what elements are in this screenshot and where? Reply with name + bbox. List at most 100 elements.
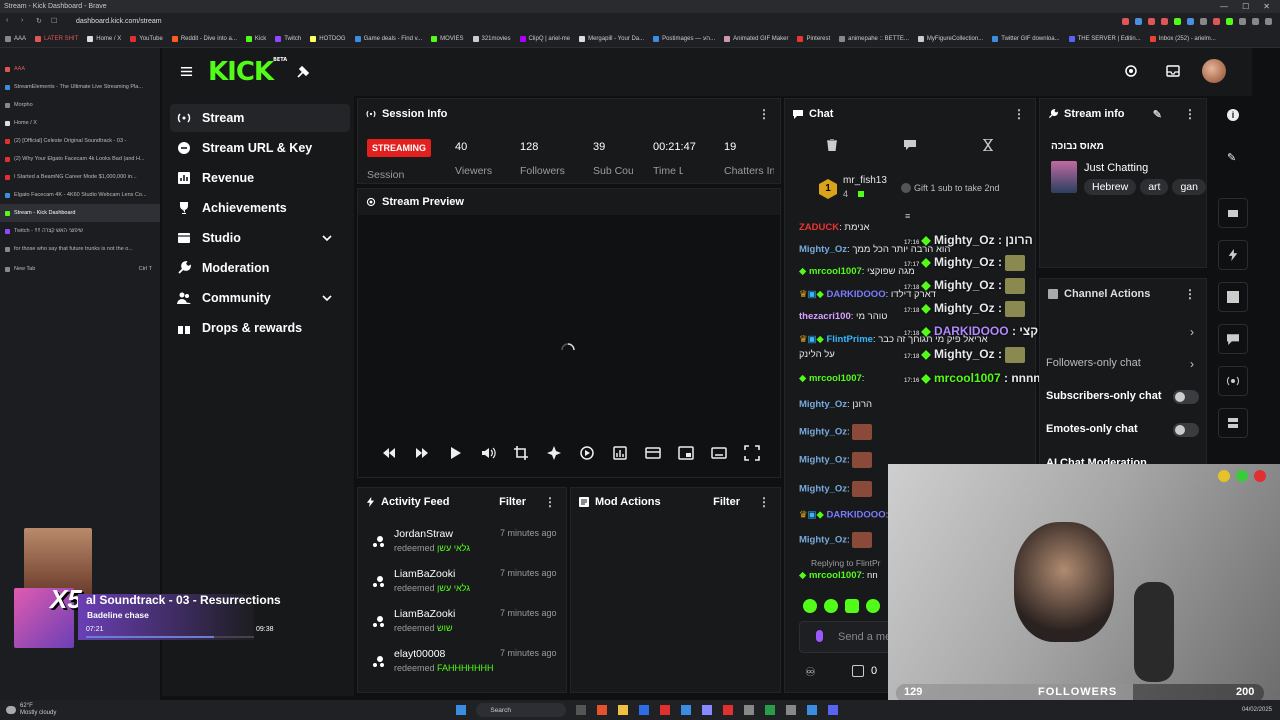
start-icon[interactable] [456, 705, 467, 715]
sidebar-item-drops-rewards[interactable]: Drops & rewards [170, 314, 350, 342]
emote-icon[interactable] [866, 599, 880, 613]
bookmark-item[interactable]: YouTube [130, 35, 163, 42]
volume-icon[interactable] [480, 445, 496, 461]
category-name[interactable]: Just Chatting [1084, 162, 1148, 174]
live-status-icon[interactable] [1124, 64, 1138, 78]
microphone-icon[interactable] [816, 630, 823, 642]
channel-points-icon[interactable]: ♾ [805, 665, 816, 679]
chat-username[interactable]: Mighty_Oz [799, 427, 847, 438]
top-gifter-name[interactable]: mr_fish13 [843, 175, 887, 186]
bookmark-item[interactable]: Postimages — הע... [653, 35, 715, 42]
chat-username[interactable]: Mighty_Oz [799, 484, 847, 495]
rail-log-button[interactable] [1218, 282, 1248, 312]
play-icon[interactable] [447, 445, 463, 461]
subscribers-only-toggle[interactable] [1173, 390, 1199, 404]
emotes-only-toggle[interactable] [1173, 423, 1199, 437]
browser-tab[interactable]: New Tab Ctrl T [0, 260, 160, 278]
weather-widget[interactable]: 62°F Mostly cloudy [20, 703, 56, 717]
bookmark-item[interactable]: THE SERVER | Editin... [1068, 35, 1141, 42]
tag[interactable]: Hebrew [1084, 179, 1137, 195]
clip-icon[interactable] [579, 445, 595, 461]
theatre-mode-icon[interactable] [645, 445, 661, 461]
emote-icon[interactable] [803, 599, 817, 613]
more-options-icon[interactable]: ⋮ [758, 495, 770, 509]
bookmark-item[interactable]: Inbox (252) - arielm... [1149, 35, 1216, 42]
minimize-icon[interactable]: — [1220, 2, 1228, 11]
bookmark-item[interactable]: MOVIES [431, 35, 464, 42]
bookmark-item[interactable]: animepahe :: BETTE... [839, 35, 909, 42]
bookmark-icon[interactable]: ☐ [51, 17, 60, 26]
chat-username[interactable]: thezacri100 [799, 311, 851, 322]
browser-tab[interactable]: Stream - Kick Dashboard [0, 204, 160, 222]
chat-username[interactable]: mrcool1007 [809, 266, 862, 277]
category-thumbnail[interactable] [1051, 161, 1077, 193]
chat-username[interactable]: DARKIDOOO [826, 510, 885, 521]
browser-tab[interactable]: Home / X [0, 114, 160, 132]
fast-forward-icon[interactable] [414, 445, 430, 461]
activity-username[interactable]: elayt00008 [394, 648, 445, 660]
chat-username[interactable]: Mighty_Oz [799, 455, 847, 466]
sidebar-item-stream-url-key[interactable]: Stream URL & Key [170, 134, 350, 162]
sidebar-item-community[interactable]: Community [170, 284, 350, 312]
close-window-icon[interactable]: ✕ [1263, 2, 1270, 11]
emote-icon[interactable] [845, 599, 859, 613]
sidebar-item-stream[interactable]: Stream [170, 104, 350, 132]
tag[interactable]: art [1140, 179, 1169, 195]
rail-broadcast-button[interactable] [1218, 366, 1248, 396]
browser-tab[interactable]: Twitch - !!!! שיפוצי האש קצרה [0, 222, 160, 240]
pen-icon[interactable]: ✎ [1227, 151, 1236, 164]
hourglass-icon[interactable] [983, 139, 993, 151]
extension-icons[interactable] [1122, 18, 1280, 25]
bookmark-item[interactable]: Pinterest [797, 35, 830, 42]
more-options-icon[interactable]: ⋮ [544, 495, 556, 509]
fullscreen-icon[interactable] [744, 445, 760, 461]
chat-username[interactable]: Mighty_Oz [799, 244, 847, 255]
rail-layout-button[interactable] [1218, 408, 1248, 438]
browser-tab[interactable]: StreamElements - The Ultimate Live Strea… [0, 78, 160, 96]
bookmark-item[interactable]: Reddit - Dive into a... [171, 35, 237, 42]
store-icon[interactable] [852, 665, 864, 677]
bookmark-item[interactable]: Kick [245, 35, 266, 42]
crop-icon[interactable] [513, 445, 529, 461]
chat-username[interactable]: ZADUCK [799, 222, 839, 233]
edit-icon[interactable]: ✎ [1153, 108, 1162, 121]
browser-tab[interactable]: Morpho [0, 96, 160, 114]
picture-in-picture-icon[interactable] [678, 445, 694, 461]
more-options-icon[interactable]: ⋮ [1184, 107, 1196, 121]
browser-tab[interactable]: (2) Why Your Elgato Facecam 4k Looks Bad… [0, 150, 160, 168]
reload-icon[interactable]: ↻ [36, 17, 45, 26]
activity-username[interactable]: LiamBaZooki [394, 568, 455, 580]
chat-settings-icon[interactable] [904, 139, 916, 151]
info-icon[interactable]: i [1227, 109, 1239, 121]
browser-tab[interactable]: for those who say that future trunks is … [0, 240, 160, 258]
menu-icon[interactable] [180, 65, 193, 78]
rail-chat-button[interactable] [1218, 324, 1248, 354]
rewind-icon[interactable] [381, 445, 397, 461]
activity-filter-button[interactable]: Filter [499, 496, 526, 508]
bookmark-item[interactable]: AAA [5, 35, 26, 42]
activity-username[interactable]: LiamBaZooki [394, 608, 455, 620]
chat-username[interactable]: DARKIDOOO [826, 289, 885, 300]
chat-username[interactable]: mrcool1007 [809, 373, 862, 384]
kick-logo[interactable]: KICKBETA [208, 57, 287, 87]
chevron-right-icon[interactable]: › [1190, 325, 1194, 339]
bookmark-item[interactable]: HOTDOG [310, 35, 346, 42]
chat-username[interactable]: Mighty_Oz [799, 535, 847, 546]
chat-username[interactable]: FlintPrime [826, 334, 872, 345]
activity-username[interactable]: JordanStraw [394, 528, 453, 540]
url-field[interactable]: dashboard.kick.com/stream [76, 18, 162, 25]
bookmark-item[interactable]: Home / X [87, 35, 121, 42]
bookmark-item[interactable]: LATER SHIT [35, 35, 78, 42]
more-options-icon[interactable]: ⋮ [758, 107, 770, 121]
rail-camera-button[interactable] [1218, 198, 1248, 228]
maximize-icon[interactable]: ☐ [1242, 2, 1249, 11]
chevron-down-icon[interactable] [321, 232, 333, 244]
mod-filter-button[interactable]: Filter [713, 496, 740, 508]
chat-username[interactable]: Mighty_Oz [799, 399, 847, 410]
gift-prompt[interactable]: Gift 1 sub to take 2nd [914, 183, 1000, 193]
reply-username[interactable]: mrcool1007 [809, 570, 862, 581]
bookmark-item[interactable]: Twitter GIF downloa... [992, 35, 1060, 42]
back-icon[interactable]: ‹ [6, 17, 15, 26]
trash-icon[interactable] [827, 139, 837, 151]
weather-icon[interactable] [6, 706, 16, 714]
